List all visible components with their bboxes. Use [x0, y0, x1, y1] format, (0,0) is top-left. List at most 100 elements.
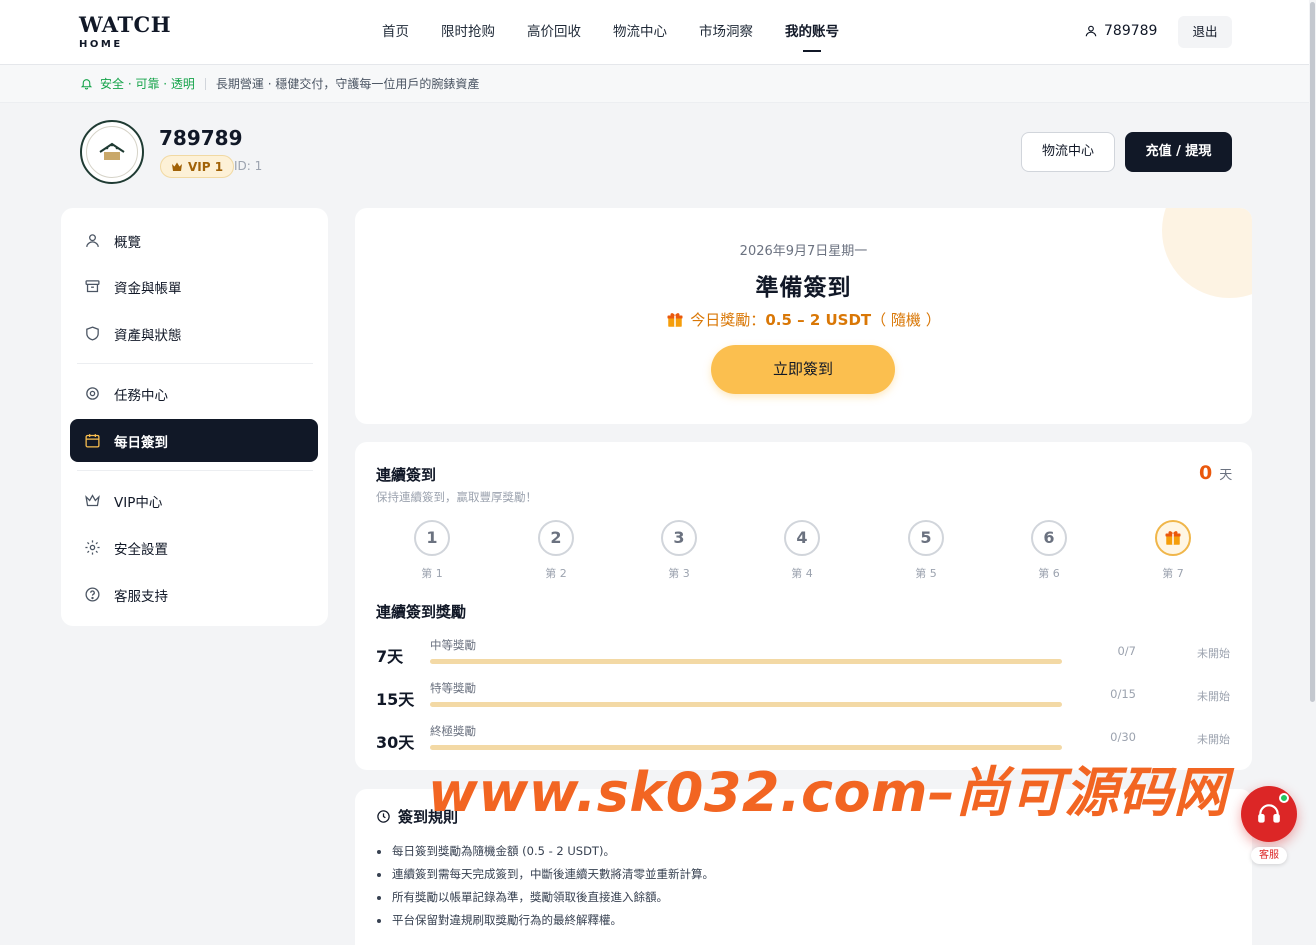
checkin-title: 準備簽到: [755, 275, 852, 301]
reward-progress: 0/15: [1110, 687, 1136, 701]
header-username: 789789: [1104, 23, 1158, 39]
user-icon: [1085, 25, 1097, 37]
sidebar-item-label: 客服支持: [114, 588, 168, 605]
reward-status: 未開始: [1197, 733, 1230, 746]
nav-item-recycle[interactable]: 高价回收: [511, 0, 597, 65]
sidebar-item-tasks[interactable]: 任務中心: [70, 372, 318, 415]
scrollbar-thumb[interactable]: [1310, 2, 1315, 702]
gift-icon: [1165, 531, 1181, 545]
logout-button[interactable]: 退出: [1178, 16, 1232, 48]
rule-item: 平台保留對違規刷取獎勵行為的最終解釋權。: [377, 909, 714, 932]
customer-service-label[interactable]: 客服: [1251, 847, 1287, 864]
reward-suffix: （ 隨機 ）: [871, 311, 941, 329]
sidebar-item-support[interactable]: 客服支持: [70, 573, 318, 616]
streak-rewards-title: 連續簽到獎勵: [376, 603, 467, 621]
shield-icon: [86, 326, 99, 341]
reward-status: 未開始: [1197, 690, 1230, 703]
reward-days: 15天: [376, 690, 415, 709]
account-sidebar: 概覽 資金與帳單 資產與狀態 任務中心 每日簽到 VIP中心 安全設置 客服支持: [61, 208, 328, 626]
sidebar-item-overview[interactable]: 概覽: [70, 219, 318, 262]
streak-day: 5 第 5: [896, 520, 956, 581]
rule-item: 所有獎勵以帳單記錄為準，獎勵領取後直接進入餘額。: [377, 886, 714, 909]
day-label: 第 7: [1162, 567, 1184, 580]
header-user[interactable]: 789789: [1084, 23, 1157, 39]
day-label: 第 4: [791, 567, 813, 580]
day-number: 4: [784, 520, 820, 556]
nav-item-flash-sale[interactable]: 限时抢购: [425, 0, 511, 65]
reward-status: 未開始: [1197, 647, 1230, 660]
recharge-withdraw-button[interactable]: 充值 / 提現: [1125, 132, 1232, 172]
notice-divider: [204, 77, 206, 90]
nav-item-home[interactable]: 首页: [366, 0, 425, 65]
user-icon: [86, 234, 99, 247]
reward-progress-bar: [430, 659, 1062, 664]
sidebar-item-funds[interactable]: 資金與帳單: [70, 265, 318, 308]
day-gift: [1155, 520, 1191, 556]
streak-day: 3 第 3: [649, 520, 709, 581]
streak-day: 1 第 1: [402, 520, 462, 581]
house-icon: [99, 142, 125, 160]
vip-badge: VIP 1: [160, 155, 235, 178]
user-id: ID: 1: [234, 159, 263, 173]
streak-title: 連續簽到: [376, 466, 437, 484]
help-icon: [85, 587, 100, 602]
clock-icon: [377, 810, 390, 823]
reward-progress: 0/30: [1110, 730, 1136, 744]
trust-text: 安全 · 可靠 · 透明: [100, 77, 195, 91]
logo-text: WATCH: [79, 12, 172, 37]
sidebar-item-label: 任務中心: [114, 387, 168, 404]
notice-strip: 安全 · 可靠 · 透明 長期營運 · 穩健交付，守護每一位用戶的腕錶資產: [0, 65, 1316, 103]
nav-item-my-account[interactable]: 我的账号: [769, 0, 855, 65]
trust-label: 安全 · 可靠 · 透明: [80, 75, 195, 92]
nav-item-market[interactable]: 市场洞察: [683, 0, 769, 65]
day-label: 第 5: [915, 567, 937, 580]
checkin-card: 2026年9月7日星期一 準備簽到 今日獎勵： 0.5 – 2 USDT （ 隨…: [355, 208, 1252, 424]
gear-icon: [85, 540, 100, 555]
rules-title-text: 簽到規則: [398, 808, 459, 826]
day-label: 第 1: [421, 567, 443, 580]
streak-count: 0 天: [1199, 462, 1232, 484]
reward-name: 特等獎勵: [430, 681, 476, 695]
streak-panel: 連續簽到 保持連續簽到，贏取豐厚獎勵！ 0 天 1 第 1 2 第 2 3 第 …: [355, 442, 1252, 770]
sidebar-item-daily-checkin[interactable]: 每日簽到: [70, 419, 318, 462]
logo-subtext: HOME: [79, 39, 123, 50]
reward-prefix: 今日獎勵：: [690, 311, 766, 329]
checkin-now-button[interactable]: 立即簽到: [711, 345, 895, 394]
sidebar-item-vip[interactable]: VIP中心: [70, 479, 318, 522]
rule-item: 每日簽到獎勵為隨機金額 (0.5 - 2 USDT)。: [377, 840, 714, 863]
streak-day: 6 第 6: [1019, 520, 1079, 581]
rule-item: 連續簽到需每天完成簽到，中斷後連續天數將清零並重新計算。: [377, 863, 714, 886]
streak-count-unit: 天: [1219, 468, 1233, 483]
sidebar-item-label: VIP中心: [114, 494, 163, 511]
nav-item-logistics[interactable]: 物流中心: [597, 0, 683, 65]
day-number: 2: [538, 520, 574, 556]
logistics-center-button[interactable]: 物流中心: [1021, 132, 1115, 172]
reward-progress: 0/7: [1117, 644, 1136, 658]
calendar-icon: [85, 434, 100, 448]
reward-progress-bar: [430, 745, 1062, 750]
day-number: 3: [661, 520, 697, 556]
sidebar-item-security[interactable]: 安全設置: [70, 526, 318, 569]
sidebar-divider: [77, 363, 313, 364]
reward-row: 7天 中等獎勵 0/7 未開始: [376, 637, 1232, 671]
sidebar-item-label: 概覽: [114, 234, 141, 251]
brand-logo[interactable]: WATCH HOME: [79, 13, 171, 52]
crown-icon: [85, 494, 100, 507]
reward-days: 7天: [376, 647, 404, 666]
reward-row: 15天 特等獎勵 0/15 未開始: [376, 680, 1232, 714]
main-nav: 首页 限时抢购 高价回收 物流中心 市场洞察 我的账号: [366, 0, 855, 65]
top-navbar: WATCH HOME 首页 限时抢购 高价回收 物流中心 市场洞察 我的账号 7…: [0, 0, 1316, 65]
reward-progress-bar: [430, 702, 1062, 707]
reward-name: 中等獎勵: [430, 638, 476, 652]
streak-day-gift: 第 7: [1143, 520, 1203, 581]
sidebar-item-assets[interactable]: 資產與狀態: [70, 312, 318, 355]
day-number: 5: [908, 520, 944, 556]
avatar-inner: [86, 126, 138, 178]
customer-service-button[interactable]: [1241, 786, 1297, 842]
day-label: 第 3: [668, 567, 690, 580]
vip-level: VIP 1: [188, 159, 224, 174]
sidebar-item-label: 每日簽到: [114, 434, 168, 451]
headset-icon: [1258, 804, 1280, 823]
reward-days: 30天: [376, 733, 415, 752]
online-status-dot: [1279, 793, 1289, 803]
